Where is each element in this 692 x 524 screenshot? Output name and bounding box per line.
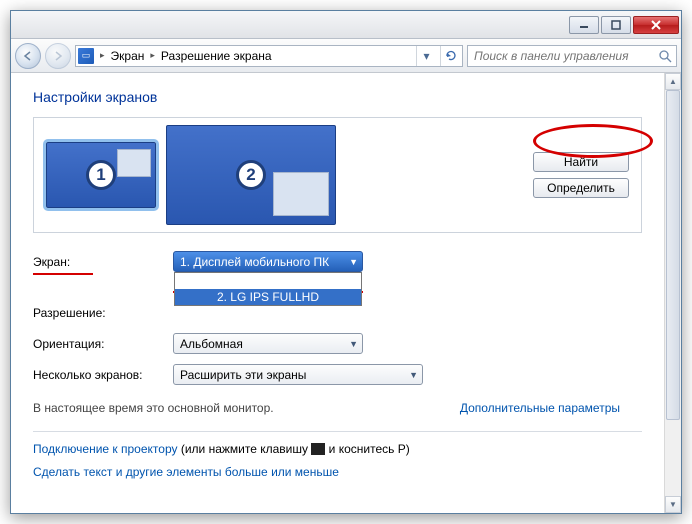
address-bar[interactable]: ▭ ▸ Экран ▸ Разрешение экрана ▾: [75, 45, 463, 67]
projector-hint-2: и коснитесь P): [325, 442, 409, 456]
breadcrumb-resolution[interactable]: Разрешение экрана: [161, 49, 272, 63]
maximize-button[interactable]: [601, 16, 631, 34]
refresh-button[interactable]: [440, 46, 460, 66]
search-box[interactable]: [467, 45, 677, 67]
minimize-icon: [579, 20, 589, 30]
annotation-underline: [33, 273, 93, 275]
advanced-link[interactable]: Дополнительные параметры: [460, 401, 620, 415]
screen-dropdown[interactable]: 1. Дисплей мобильного ПК ▼ 1. Дисплей мо…: [173, 251, 363, 272]
resolution-label: Разрешение:: [33, 306, 163, 320]
monitor-2[interactable]: 2: [166, 125, 336, 225]
breadcrumb-screen[interactable]: Экран: [111, 49, 145, 63]
search-icon: [658, 49, 672, 63]
scroll-up-button[interactable]: ▲: [665, 73, 681, 90]
orientation-label: Ориентация:: [33, 337, 163, 351]
chevron-right-icon: ▸: [100, 50, 105, 61]
projector-hint-1: (или нажмите клавишу: [178, 442, 312, 456]
chevron-down-icon: ▼: [349, 257, 358, 267]
window-thumb-icon: [273, 172, 329, 216]
multiple-dropdown[interactable]: Расширить эти экраны ▼: [173, 364, 423, 385]
multiple-label: Несколько экранов:: [33, 368, 163, 382]
projector-link[interactable]: Подключение к проектору: [33, 442, 178, 456]
forward-button[interactable]: [45, 43, 71, 69]
arrow-right-icon: [52, 50, 64, 62]
chevron-down-icon: ▼: [349, 339, 358, 349]
content-area: Настройки экранов 1 2 Найти Определить Э…: [11, 73, 681, 513]
screen-option-2[interactable]: 2. LG IPS FULLHD: [175, 289, 361, 305]
vertical-scrollbar[interactable]: ▲ ▼: [664, 73, 681, 513]
textsize-link[interactable]: Сделать текст и другие элементы больше и…: [33, 465, 339, 479]
screen-dropdown-list: 1. Дисплей мобильного ПК 2. LG IPS FULLH…: [174, 272, 362, 306]
navbar: ▭ ▸ Экран ▸ Разрешение экрана ▾: [11, 39, 681, 73]
minimize-button[interactable]: [569, 16, 599, 34]
close-icon: [650, 20, 662, 30]
window: ▭ ▸ Экран ▸ Разрешение экрана ▾ Настройк…: [10, 10, 682, 514]
screen-label: Экран:: [33, 255, 163, 269]
multiple-dropdown-value: Расширить эти экраны: [180, 368, 306, 382]
monitor-preview: 1 2 Найти Определить: [33, 117, 642, 233]
window-thumb-icon: [117, 149, 151, 177]
chevron-down-icon: ▼: [409, 370, 418, 380]
refresh-icon: [444, 49, 458, 63]
page-title: Настройки экранов: [33, 89, 642, 105]
primary-monitor-note: В настоящее время это основной монитор.: [33, 401, 274, 415]
monitor-number: 2: [236, 160, 266, 190]
find-button[interactable]: Найти: [533, 152, 629, 172]
screen-dropdown-value: 1. Дисплей мобильного ПК: [180, 255, 329, 269]
maximize-icon: [611, 20, 621, 30]
titlebar: [11, 11, 681, 39]
address-dropdown-button[interactable]: ▾: [416, 46, 436, 66]
screen-option-1[interactable]: 1. Дисплей мобильного ПК: [175, 273, 361, 289]
display-icon: ▭: [78, 48, 94, 64]
search-input[interactable]: [472, 48, 658, 64]
monitor-number: 1: [86, 160, 116, 190]
orientation-dropdown[interactable]: Альбомная ▼: [173, 333, 363, 354]
identify-button[interactable]: Определить: [533, 178, 629, 198]
divider: [33, 431, 642, 432]
scroll-down-button[interactable]: ▼: [665, 496, 681, 513]
monitor-1[interactable]: 1: [46, 142, 156, 208]
back-button[interactable]: [15, 43, 41, 69]
chevron-right-icon: ▸: [150, 50, 155, 61]
close-button[interactable]: [633, 16, 679, 34]
scroll-thumb[interactable]: [666, 90, 680, 420]
windows-key-icon: [311, 443, 325, 455]
arrow-left-icon: [22, 50, 34, 62]
orientation-dropdown-value: Альбомная: [180, 337, 243, 351]
